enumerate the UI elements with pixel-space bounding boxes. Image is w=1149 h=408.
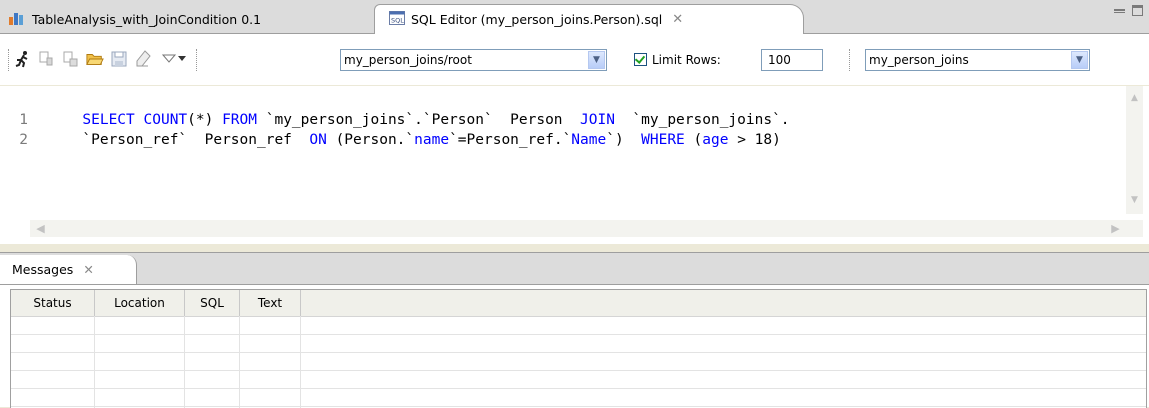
messages-table: Status Location SQL Text bbox=[10, 289, 1147, 408]
table-row bbox=[11, 334, 1146, 335]
scrollbar-corner bbox=[1126, 220, 1143, 237]
editor-tab-bar: TableAnalysis_with_JoinCondition 0.1 SQL… bbox=[0, 0, 1149, 34]
sql-keyword: ON bbox=[309, 132, 327, 148]
sql-text: `Person_ref` Person_ref bbox=[82, 132, 310, 148]
maximize-icon[interactable] bbox=[1132, 5, 1143, 16]
limit-rows-label: Limit Rows: bbox=[652, 53, 721, 67]
svg-text:SQL: SQL bbox=[391, 17, 404, 25]
column-header-location[interactable]: Location bbox=[95, 290, 185, 316]
scroll-up-icon[interactable]: ▲ bbox=[1126, 90, 1143, 107]
sql-text: (Person.` bbox=[326, 132, 415, 148]
toolbar-grip bbox=[849, 49, 852, 71]
table-row bbox=[11, 352, 1146, 353]
code-line: 1 SELECT COUNT(*) FROM `my_person_joins`.… bbox=[19, 90, 789, 128]
sql-editor-toolbar: my_person_joins/root ▼ Limit Rows: 100 m… bbox=[0, 34, 1149, 85]
sql-file-icon: SQL bbox=[389, 11, 405, 28]
tab-messages-label: Messages bbox=[12, 262, 74, 277]
connection-select[interactable]: my_person_joins/root ▼ bbox=[340, 49, 607, 71]
sql-identifier: name bbox=[414, 132, 450, 148]
column-header-text[interactable]: Text bbox=[240, 290, 301, 316]
tab-table-analysis-label: TableAnalysis_with_JoinCondition 0.1 bbox=[32, 11, 262, 27]
column-divider bbox=[94, 316, 95, 408]
database-select[interactable]: my_person_joins ▼ bbox=[865, 49, 1090, 71]
sql-identifier: Name bbox=[571, 132, 607, 148]
messages-tab-bar: Messages ✕ bbox=[0, 253, 1149, 285]
save-icon[interactable] bbox=[110, 50, 128, 68]
window-controls bbox=[1114, 5, 1143, 16]
tab-messages[interactable]: Messages ✕ bbox=[0, 255, 137, 284]
limit-rows-input[interactable]: 100 bbox=[761, 49, 823, 71]
toolbar-grip bbox=[196, 49, 199, 71]
close-icon[interactable]: ✕ bbox=[83, 262, 93, 277]
horizontal-scrollbar[interactable]: ◀ ▶ bbox=[30, 220, 1126, 237]
chevron-down-icon[interactable] bbox=[176, 50, 188, 68]
checkmark-icon bbox=[634, 53, 646, 64]
vertical-scrollbar[interactable]: ▲ ▼ bbox=[1126, 86, 1143, 214]
tab-sql-editor-label: SQL Editor (my_person_joins.Person).sql bbox=[411, 12, 663, 27]
connection-select-value: my_person_joins/root bbox=[344, 53, 472, 67]
chevron-down-icon[interactable]: ▼ bbox=[1071, 51, 1088, 69]
minimize-icon[interactable] bbox=[1114, 9, 1125, 13]
tab-sql-editor[interactable]: SQL SQL Editor (my_person_joins.Person).… bbox=[374, 4, 804, 34]
column-divider bbox=[239, 316, 240, 408]
toolbar-grip bbox=[8, 49, 11, 71]
table-row bbox=[11, 388, 1146, 389]
line-number: 2 bbox=[19, 132, 28, 148]
table-analysis-icon bbox=[8, 10, 26, 29]
execute-plan-icon[interactable] bbox=[62, 50, 80, 68]
tab-table-analysis[interactable]: TableAnalysis_with_JoinCondition 0.1 bbox=[0, 7, 374, 31]
column-header-sql[interactable]: SQL bbox=[185, 290, 240, 316]
column-divider bbox=[300, 316, 301, 408]
clear-icon[interactable] bbox=[134, 50, 152, 68]
chevron-down-icon[interactable]: ▼ bbox=[588, 51, 605, 69]
column-header-status[interactable]: Status bbox=[11, 290, 95, 316]
sql-keyword: WHERE bbox=[641, 132, 685, 148]
messages-view: Messages ✕ Status Location SQL Text bbox=[0, 252, 1149, 408]
scroll-right-icon[interactable]: ▶ bbox=[1107, 220, 1124, 237]
sql-text-area[interactable]: 1 SELECT COUNT(*) FROM `my_person_joins`.… bbox=[19, 90, 1126, 210]
line-number: 1 bbox=[19, 112, 28, 128]
limit-rows-checkbox[interactable] bbox=[634, 53, 647, 66]
table-row bbox=[11, 406, 1146, 407]
sql-text: > 18) bbox=[728, 132, 781, 148]
table-header: Status Location SQL Text bbox=[11, 290, 1146, 317]
sql-text: ( bbox=[684, 132, 703, 148]
scroll-down-icon[interactable]: ▼ bbox=[1126, 192, 1143, 209]
sql-text: `=Person_ref.` bbox=[449, 132, 572, 148]
database-select-value: my_person_joins bbox=[869, 53, 969, 67]
sql-text: `) bbox=[606, 132, 642, 148]
table-row bbox=[11, 370, 1146, 371]
sql-identifier: age bbox=[702, 132, 729, 148]
open-folder-icon[interactable] bbox=[86, 50, 104, 68]
close-icon[interactable]: ✕ bbox=[672, 12, 683, 27]
run-selection-icon[interactable] bbox=[38, 50, 56, 68]
scroll-left-icon[interactable]: ◀ bbox=[32, 220, 49, 237]
column-divider bbox=[184, 316, 185, 408]
sql-editor-area: 1 SELECT COUNT(*) FROM `my_person_joins`.… bbox=[0, 86, 1149, 244]
run-query-icon[interactable] bbox=[14, 50, 32, 68]
code-line: 2 `Person_ref` Person_ref ON (Person.`nam… bbox=[19, 110, 781, 148]
